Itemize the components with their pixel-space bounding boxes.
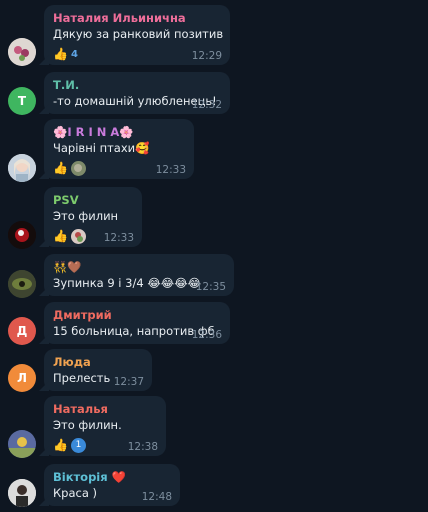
avatar[interactable]: [8, 221, 36, 249]
message-bubble[interactable]: Наталия Ильинична Дякую за ранковий пози…: [44, 5, 230, 65]
message-time: 12:29: [191, 50, 222, 62]
sender-name[interactable]: Наталия Ильинична: [53, 11, 221, 25]
sender-name[interactable]: Вікторія ❤️: [53, 470, 171, 484]
thumbs-up-icon: 👍: [53, 47, 68, 61]
message-time: 12:32: [191, 99, 222, 111]
message-bubble[interactable]: Т.И. -то домашній улюбленець! 12:32: [44, 72, 230, 114]
message-bubble[interactable]: 🌸I R I N A🌸 Чарівні птахи🥰 👍 12:33: [44, 119, 194, 179]
message-time: 12:38: [127, 441, 158, 453]
sender-name[interactable]: 🌸I R I N A🌸: [53, 125, 185, 139]
avatar[interactable]: Л: [8, 364, 36, 392]
sender-name[interactable]: PSV: [53, 193, 133, 207]
flower-avatar-image: [8, 38, 36, 66]
message-bubble[interactable]: 👯🤎 Зупинка 9 і 3/4 😂😂😂😂 12:35: [44, 254, 234, 296]
sender-name[interactable]: Люда: [53, 355, 143, 369]
message-bubble[interactable]: PSV Это филин 👍 12:33: [44, 187, 142, 247]
person-avatar-image: [8, 430, 36, 458]
message-time: 12:37: [113, 376, 144, 388]
message-time: 12:35: [195, 281, 226, 293]
message-text: Чарівні птахи🥰: [53, 141, 150, 155]
message-time: 12:36: [191, 329, 222, 341]
girl-avatar-image: [8, 154, 36, 182]
dark-avatar-image: [8, 221, 36, 249]
thumbs-up-icon: 👍: [53, 161, 68, 175]
thumbs-up-icon: 👍: [53, 438, 68, 452]
avatar[interactable]: Т: [8, 87, 36, 115]
avatar-letter: Т: [17, 94, 27, 108]
avatar-letter: Д: [16, 324, 28, 338]
reactor-avatar: [70, 228, 86, 244]
message-text: Это филин.: [53, 418, 122, 432]
avatar[interactable]: [8, 270, 36, 298]
thumbs-up-icon: 👍: [53, 229, 68, 243]
message-text: Это филин: [53, 209, 119, 223]
message-bubble[interactable]: Дмитрий 15 больница, напротив фб 12:36: [44, 302, 230, 344]
reactor-avatar: 1: [70, 437, 86, 453]
message-text: Дякую за ранковий позитив: [53, 27, 224, 41]
reactor-avatar: [70, 160, 86, 176]
reaction-count: 4: [70, 48, 78, 60]
avatar[interactable]: [8, 38, 36, 66]
avatar-letter: Л: [17, 371, 27, 385]
avatar[interactable]: [8, 154, 36, 182]
message-bubble[interactable]: Наталья Это филин. 👍 1 12:38: [44, 396, 166, 456]
avatar[interactable]: [8, 430, 36, 458]
sender-name[interactable]: 👯🤎: [53, 260, 225, 274]
message-time: 12:33: [103, 232, 134, 244]
avatar[interactable]: [8, 479, 36, 507]
woman-avatar-image: [8, 479, 36, 507]
sender-name[interactable]: Т.И.: [53, 78, 221, 92]
sender-name[interactable]: Наталья: [53, 402, 157, 416]
avatar[interactable]: Д: [8, 317, 36, 345]
message-time: 12:48: [141, 491, 172, 503]
message-bubble[interactable]: Люда Прелесть 12:37: [44, 349, 152, 391]
message-time: 12:33: [155, 164, 186, 176]
tiger-avatar-image: [8, 270, 36, 298]
sender-name[interactable]: Дмитрий: [53, 308, 221, 322]
message-bubble[interactable]: Вікторія ❤️ Краса ) 12:48: [44, 464, 180, 506]
